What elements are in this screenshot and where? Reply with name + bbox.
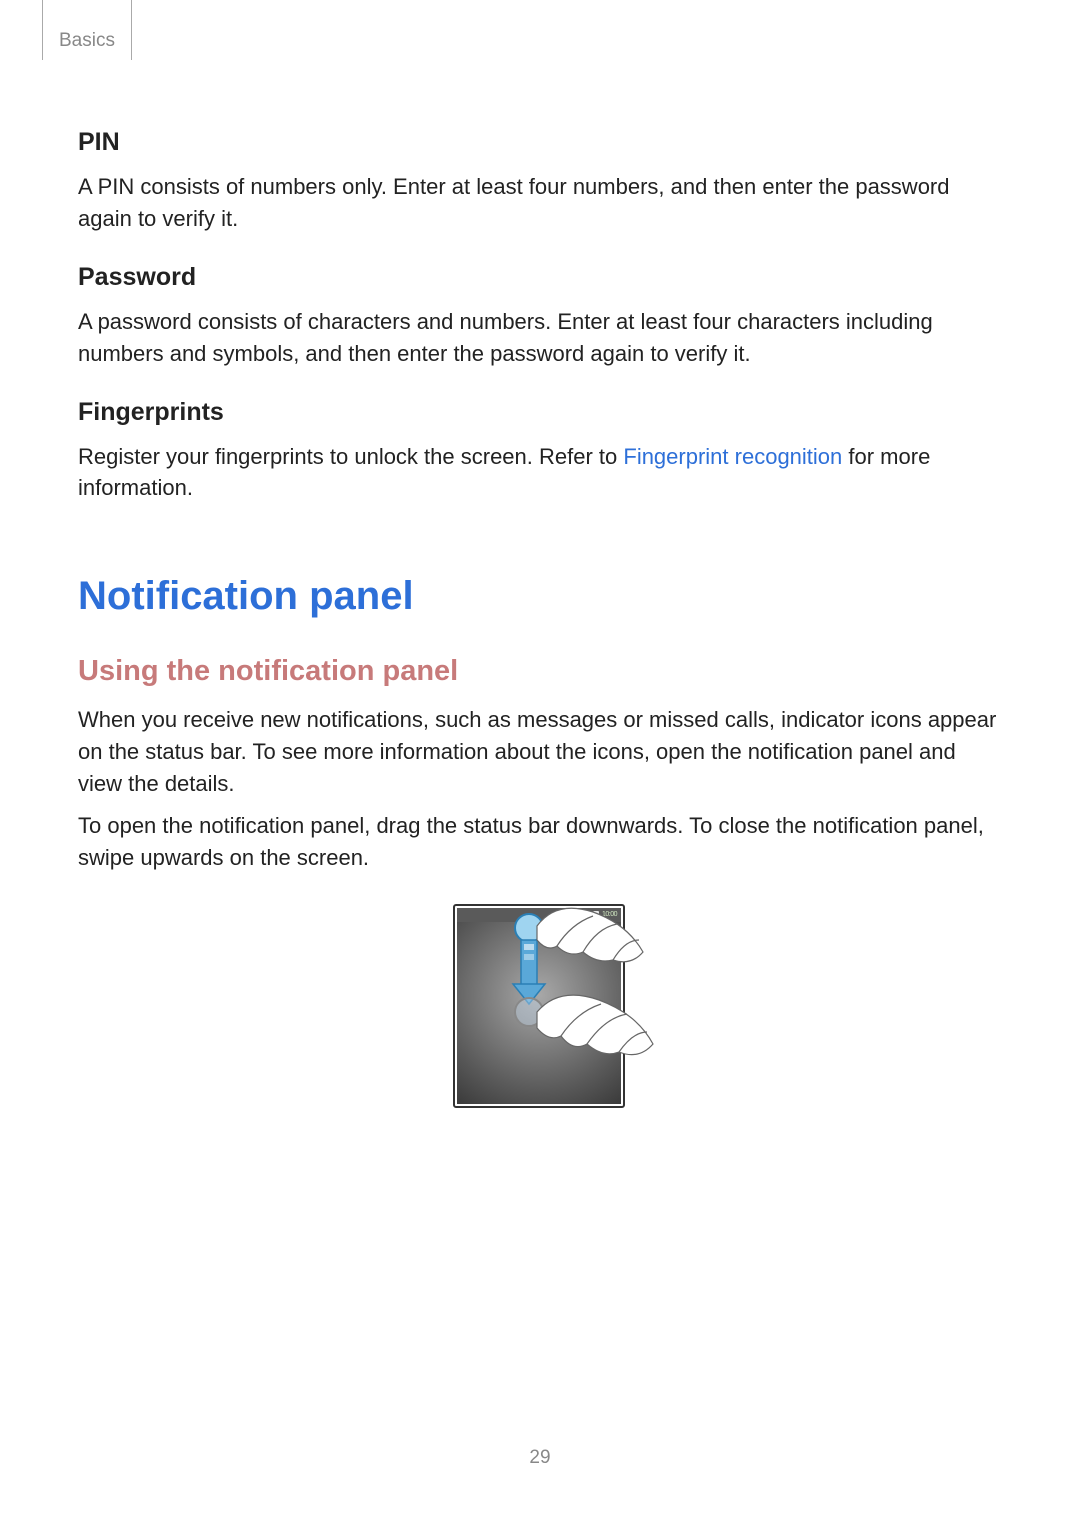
page-content: PIN A PIN consists of numbers only. Ente… <box>0 0 1080 1108</box>
fingerprints-text-before: Register your fingerprints to unlock the… <box>78 444 623 469</box>
breadcrumb: Basics <box>59 30 115 52</box>
gesture-overlay <box>421 904 659 1108</box>
section-password: Password A password consists of characte… <box>78 263 1002 370</box>
body-pin: A PIN consists of numbers only. Enter at… <box>78 171 1002 235</box>
title-notification-panel: Notification panel <box>78 574 1002 619</box>
fingerprint-recognition-link[interactable]: Fingerprint recognition <box>623 444 842 469</box>
section-fingerprints: Fingerprints Register your fingerprints … <box>78 398 1002 505</box>
heading-pin: PIN <box>78 128 1002 157</box>
section-pin: PIN A PIN consists of numbers only. Ente… <box>78 128 1002 235</box>
page-number: 29 <box>0 1447 1080 1469</box>
heading-password: Password <box>78 263 1002 292</box>
body-fingerprints: Register your fingerprints to unlock the… <box>78 441 1002 505</box>
body-password: A password consists of characters and nu… <box>78 306 1002 370</box>
hand-upper-icon <box>537 908 643 962</box>
hand-lower-icon <box>537 995 653 1055</box>
header-tab: Basics <box>42 0 132 60</box>
figure-wrap: 10:00 <box>78 904 1002 1108</box>
heading-fingerprints: Fingerprints <box>78 398 1002 427</box>
notification-para1: When you receive new notifications, such… <box>78 704 1002 800</box>
subtitle-using-notification: Using the notification panel <box>78 655 1002 688</box>
swipe-down-illustration: 10:00 <box>421 904 659 1108</box>
notification-para2: To open the notification panel, drag the… <box>78 810 1002 874</box>
